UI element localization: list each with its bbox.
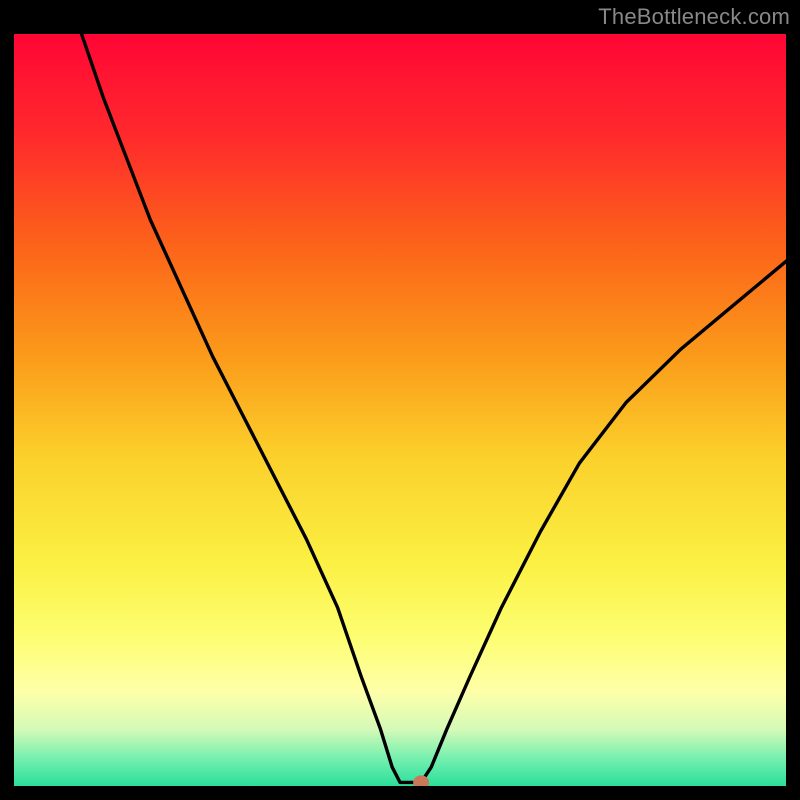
attribution-label: TheBottleneck.com <box>598 4 790 30</box>
plot-frame <box>10 30 790 790</box>
gradient-background <box>10 30 790 790</box>
bottleneck-chart <box>10 30 790 790</box>
chart-container: TheBottleneck.com <box>0 0 800 800</box>
